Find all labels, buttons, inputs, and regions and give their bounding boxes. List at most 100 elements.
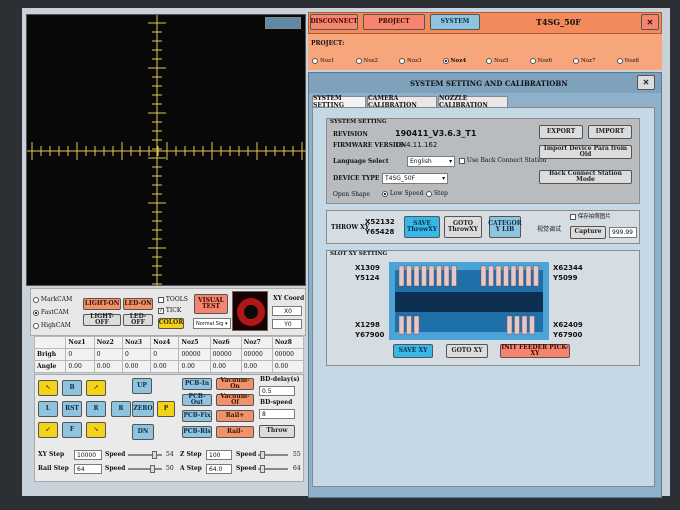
tab-system-setting[interactable]: SYSTEM SETTING — [312, 95, 366, 109]
pcb-rls-button[interactable]: PCB-Rls — [182, 426, 212, 438]
a-step-input[interactable]: 64.0 — [206, 464, 232, 474]
vacuum-on-button[interactable]: Vacuum-On — [216, 377, 254, 390]
rail-plus-button[interactable]: Rail+ — [216, 410, 254, 422]
nozzle-tab-1[interactable]: Noz1 — [312, 55, 350, 67]
slider-thumb[interactable] — [260, 451, 265, 459]
bd-delay-input[interactable]: 0.5 — [259, 386, 295, 396]
save-throw-xy-button[interactable]: SAVE ThrowXY — [404, 216, 440, 238]
save-photo-checkbox[interactable]: 保存拍照图片 — [570, 212, 611, 220]
nozzle-radio[interactable] — [529, 58, 536, 64]
signal-select[interactable]: Normal Sig ▾ — [193, 318, 231, 329]
camera-view[interactable] — [26, 14, 307, 287]
nozzle-tab-4[interactable]: Noz4 — [442, 55, 481, 67]
rail-step-input[interactable]: 64 — [74, 464, 102, 474]
system-setting-title: SYSTEM SETTING — [330, 119, 387, 125]
speed-slider-2[interactable] — [128, 465, 162, 473]
step-radio[interactable]: Step — [426, 190, 448, 197]
z-down-button[interactable]: DN — [132, 424, 154, 440]
led-off-button[interactable]: LED-OFF — [123, 313, 153, 326]
jog-right-button[interactable]: R — [86, 401, 106, 417]
fastcam-radio[interactable]: FastCAM — [33, 309, 69, 316]
jog-back-button[interactable]: B — [62, 380, 82, 396]
nozzle-radio[interactable] — [616, 58, 623, 64]
init-feeder-pick-xy-button[interactable]: INIT FEEDER PICK-XY — [500, 344, 570, 358]
highcam-radio[interactable]: HighCAM — [33, 322, 71, 329]
import-button[interactable]: IMPORT — [588, 125, 632, 139]
project-tab[interactable]: PROJECT — [363, 14, 425, 30]
nozzle-tab-7[interactable]: Noz7 — [573, 55, 611, 67]
markcam-radio[interactable]: MarkCAM — [33, 296, 72, 303]
nozzle-radio[interactable] — [399, 58, 405, 64]
speed-slider-1[interactable] — [128, 451, 162, 459]
nozzle-radio[interactable] — [573, 58, 579, 64]
nozzle-tab-5[interactable]: Noz5 — [486, 55, 524, 67]
pcb-fix-button[interactable]: PCB-Fix — [182, 410, 212, 422]
table-cell: 0 — [65, 348, 95, 361]
slider-thumb[interactable] — [150, 465, 155, 473]
p-button[interactable]: P — [157, 401, 175, 417]
slider-thumb[interactable] — [260, 465, 265, 473]
tools-checkbox[interactable]: TOOLS — [158, 296, 188, 303]
table-cell: Brigh — [33, 348, 67, 361]
capture-button[interactable]: Capture — [570, 226, 606, 239]
nozzle-tab-8[interactable]: Noz8 — [616, 55, 655, 67]
nozzle-tab-6[interactable]: Noz6 — [529, 55, 568, 67]
nozzle-tab-3[interactable]: Noz3 — [399, 55, 437, 67]
rail-minus-button[interactable]: Rail- — [216, 426, 254, 438]
slot-bl-y: Y67900 — [355, 331, 385, 339]
goto-throw-xy-button[interactable]: GOTO ThrowXY — [444, 216, 482, 238]
language-select[interactable]: English ▾ — [407, 156, 455, 167]
jog-front-button[interactable]: F — [62, 422, 82, 438]
jog-down-right-button[interactable]: ↘ — [86, 422, 106, 438]
nozzle-tab-2[interactable]: Noz2 — [355, 55, 394, 67]
pcb-in-button[interactable]: PCB-In — [182, 378, 212, 390]
category-lib-button[interactable]: CATEGOR Y LIB — [488, 216, 522, 238]
throw-xy-label: THROW XY — [331, 224, 370, 231]
light-off-button[interactable]: LIGHT-OFF — [83, 313, 121, 326]
bd-speed-input[interactable]: 8 — [259, 409, 295, 419]
light-on-button[interactable]: LIGHT-ON — [83, 298, 121, 310]
slider-thumb[interactable] — [152, 451, 157, 459]
jog-left-button[interactable]: L — [38, 401, 58, 417]
jog-down-left-button[interactable]: ↙ — [38, 422, 58, 438]
close-app-button[interactable]: ✕ — [641, 14, 659, 30]
tab-camera-calibration[interactable]: CAMERA CALIBRATION — [367, 95, 437, 109]
jog-up-left-button[interactable]: ↖ — [38, 380, 58, 396]
jog-up-right-button[interactable]: ↗ — [86, 380, 106, 396]
nozzle-radio[interactable] — [355, 58, 362, 64]
capture-value[interactable]: 999.99 — [609, 227, 637, 238]
import-device-para-button[interactable]: Import Device Para from Old — [539, 145, 632, 159]
dialog-close-button[interactable]: ✕ — [637, 75, 655, 90]
zero-button[interactable]: ZERO — [132, 401, 154, 417]
table-cell: 0.00 — [240, 360, 273, 373]
z-step-input[interactable]: 100 — [206, 450, 232, 460]
rail-step-label: Rail Step — [38, 465, 69, 472]
nozzle-radio[interactable] — [312, 58, 318, 64]
pcb-out-button[interactable]: PCB-Out — [182, 393, 212, 406]
save-xy-button[interactable]: SAVE XY — [393, 344, 433, 358]
visual-test-button[interactable]: VISUAL TEST — [194, 294, 228, 314]
back-station-mode-button[interactable]: Back Connect Station Mode — [539, 170, 632, 184]
xy-step-input[interactable]: 10000 — [74, 450, 102, 460]
color-button[interactable]: COLOR — [158, 318, 184, 329]
device-type-select[interactable]: T4SG_50F ▾ — [382, 173, 448, 184]
tab-nozzle-calibration[interactable]: NOZZLE CALIBRATION — [438, 95, 508, 109]
led-on-button[interactable]: LED-ON — [123, 298, 153, 310]
system-tab[interactable]: SYSTEM — [430, 14, 480, 30]
nozzle-radio[interactable] — [442, 58, 449, 64]
goto-xy-button[interactable]: GOTO XY — [446, 344, 488, 358]
rotate-left-button[interactable]: R — [111, 401, 131, 417]
revision-label: REVISION — [333, 131, 368, 138]
speed-slider-4[interactable] — [258, 465, 288, 473]
nozzle-radio[interactable] — [486, 58, 492, 64]
reset-button[interactable]: RST — [62, 401, 82, 417]
z-up-button[interactable]: UP — [132, 378, 152, 394]
tick-checkbox[interactable]: ✓ TICK — [158, 307, 181, 314]
low-speed-radio[interactable]: Low Speed — [382, 190, 423, 197]
throw-button[interactable]: Throw — [259, 425, 295, 438]
disconnect-tab[interactable]: DISCONNECT — [310, 14, 358, 30]
use-back-station-checkbox[interactable]: Use Back Connect Station — [459, 157, 546, 164]
vacuum-off-button[interactable]: Vacuum-Of — [216, 393, 254, 406]
export-button[interactable]: EXPORT — [539, 125, 583, 139]
speed-slider-3[interactable] — [258, 451, 288, 459]
